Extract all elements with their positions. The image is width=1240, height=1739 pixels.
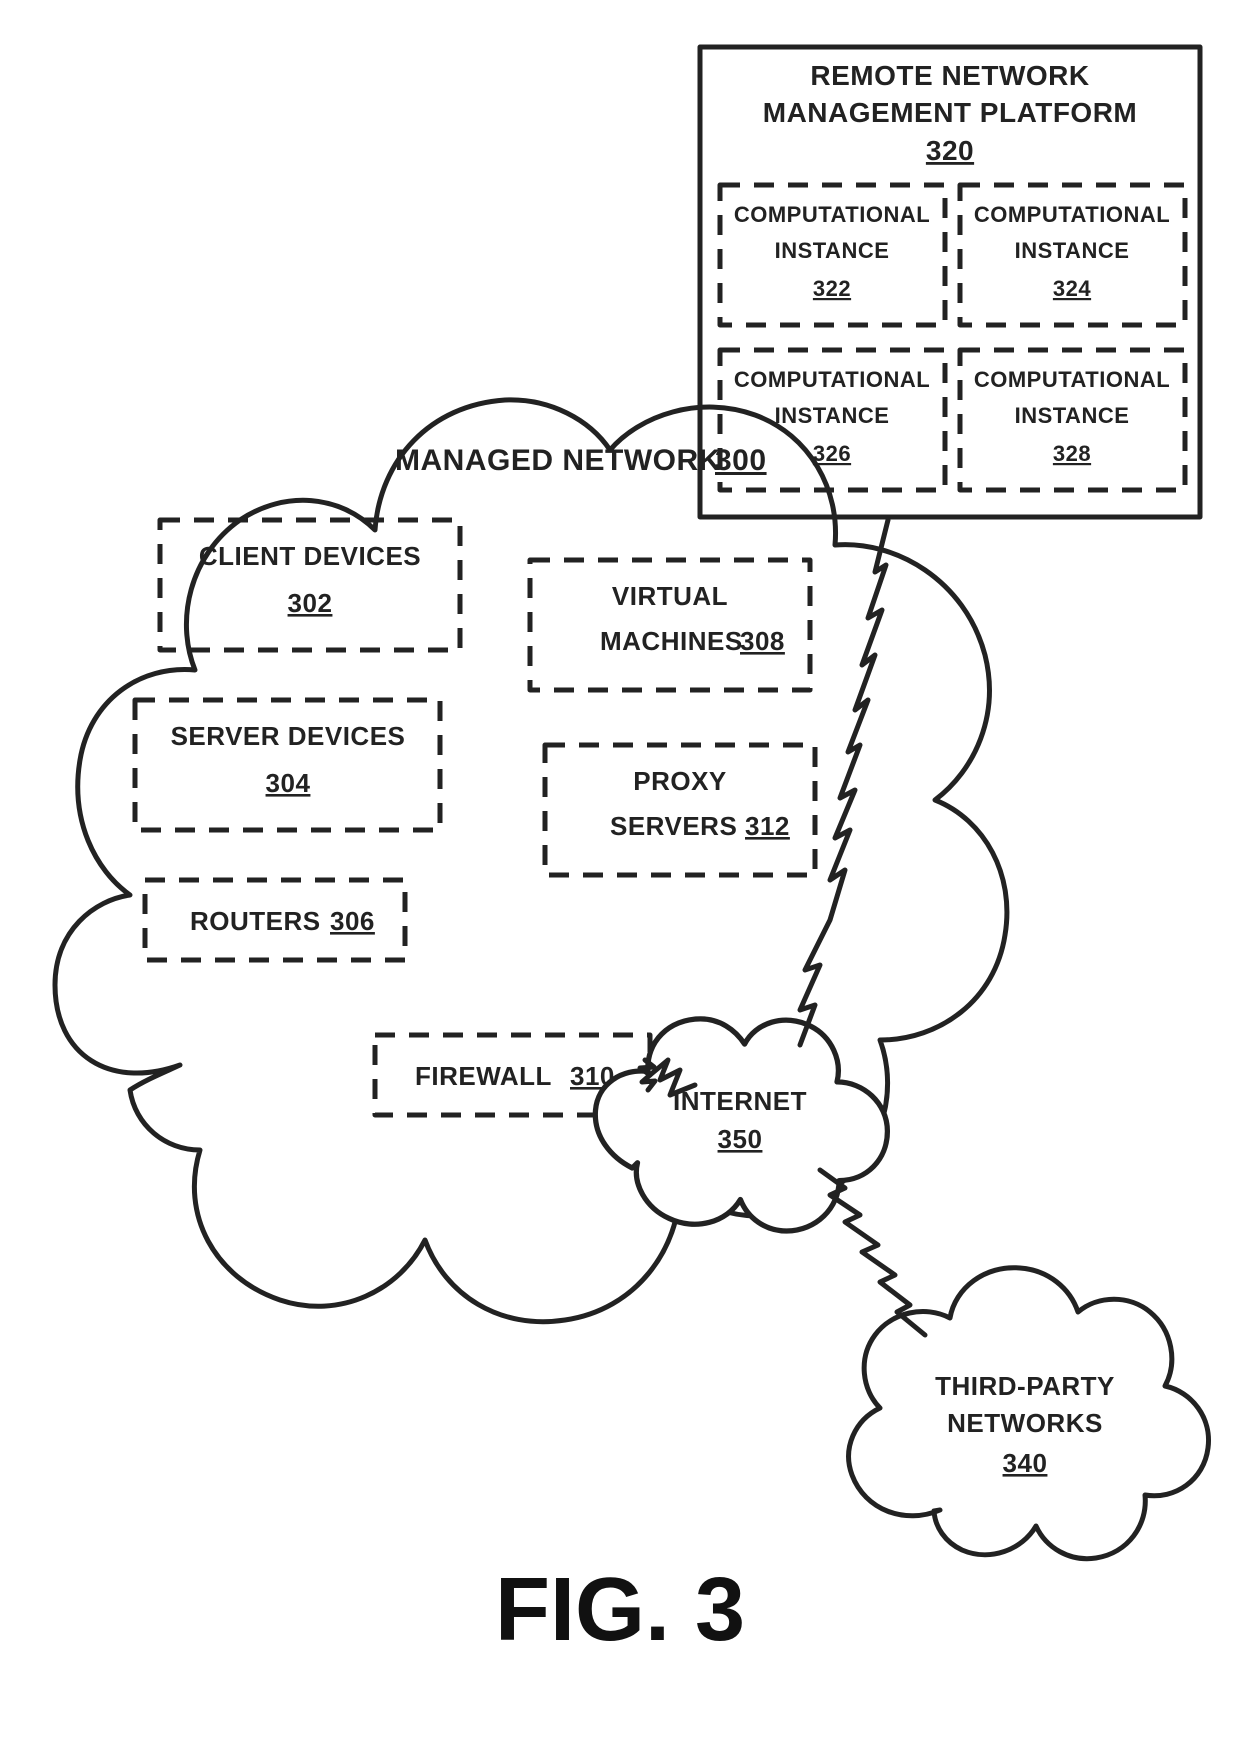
proxy-servers-label2: SERVERS	[610, 811, 737, 841]
instance-328-box: COMPUTATIONAL INSTANCE 328	[960, 350, 1185, 490]
server-devices-label: SERVER DEVICES	[171, 721, 406, 751]
rnmp-title2: MANAGEMENT PLATFORM	[763, 97, 1138, 128]
instance-322-box: COMPUTATIONAL INSTANCE 322	[720, 185, 945, 325]
proxy-servers-label1: PROXY	[633, 766, 727, 796]
server-devices-ref: 304	[266, 768, 311, 798]
client-devices-label: CLIENT DEVICES	[199, 541, 421, 571]
instance-324-label2: INSTANCE	[1015, 238, 1130, 263]
instance-324-box: COMPUTATIONAL INSTANCE 324	[960, 185, 1185, 325]
rnmp-title1: REMOTE NETWORK	[810, 60, 1089, 91]
instance-328-ref: 328	[1053, 441, 1091, 466]
proxy-servers-ref: 312	[745, 811, 790, 841]
third-party-label2: NETWORKS	[947, 1408, 1103, 1438]
client-devices-ref: 302	[288, 588, 333, 618]
internet-label: INTERNET	[673, 1086, 807, 1116]
managed-network-cloud: MANAGED NETWORK 300 CLIENT DEVICES 302 S…	[55, 400, 1007, 1322]
link-internet-thirdparty	[820, 1170, 925, 1335]
third-party-label1: THIRD-PARTY	[935, 1371, 1115, 1401]
instance-324-ref: 324	[1053, 276, 1091, 301]
diagram-svg: MANAGED NETWORK 300 CLIENT DEVICES 302 S…	[0, 0, 1240, 1739]
figure-label: FIG. 3	[495, 1560, 745, 1660]
managed-network-title: MANAGED NETWORK	[395, 444, 721, 477]
internet-ref: 350	[718, 1124, 763, 1154]
firewall-label: FIREWALL	[415, 1061, 552, 1091]
instance-322-label1: COMPUTATIONAL	[734, 202, 930, 227]
instance-326-label2: INSTANCE	[775, 403, 890, 428]
instance-328-label2: INSTANCE	[1015, 403, 1130, 428]
managed-network-ref: 300	[715, 444, 767, 477]
rnmp-ref: 320	[926, 135, 974, 166]
routers-ref: 306	[330, 906, 375, 936]
third-party-ref: 340	[1003, 1448, 1048, 1478]
instance-326-ref: 326	[813, 441, 851, 466]
instance-324-label1: COMPUTATIONAL	[974, 202, 1170, 227]
instance-322-label2: INSTANCE	[775, 238, 890, 263]
virtual-machines-label2: MACHINES	[600, 626, 743, 656]
instance-322-ref: 322	[813, 276, 851, 301]
instance-326-label1: COMPUTATIONAL	[734, 367, 930, 392]
instance-328-label1: COMPUTATIONAL	[974, 367, 1170, 392]
routers-label: ROUTERS	[190, 906, 321, 936]
virtual-machines-ref: 308	[740, 626, 785, 656]
virtual-machines-label1: VIRTUAL	[612, 581, 728, 611]
